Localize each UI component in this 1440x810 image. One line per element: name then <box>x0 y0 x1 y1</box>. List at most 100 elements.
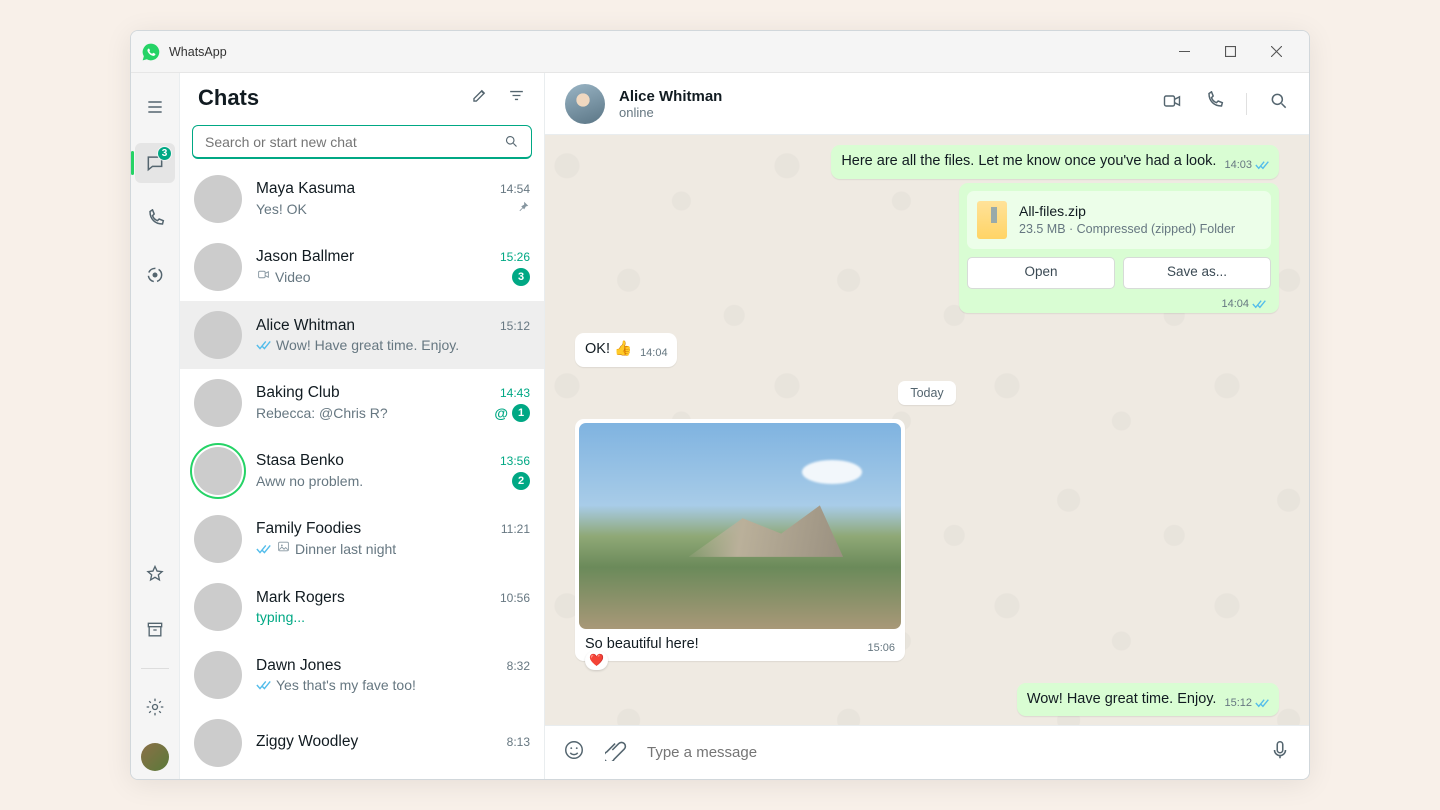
composer <box>545 725 1309 779</box>
file-details: 23.5 MB · Compressed (zipped) Folder <box>1019 221 1235 238</box>
chatlist-title: Chats <box>198 85 259 111</box>
chat-avatar <box>194 515 242 563</box>
chat-list-item[interactable]: Jason Ballmer15:26Video3 <box>180 233 544 301</box>
message-image-in[interactable]: So beautiful here! 15:06 ❤️ <box>575 419 905 661</box>
chat-preview: Wow! Have great time. Enjoy. <box>276 337 530 353</box>
window-maximize-button[interactable] <box>1207 36 1253 68</box>
search-icon <box>504 134 519 149</box>
nav-chats-button[interactable]: 3 <box>135 143 175 183</box>
chat-preview: Video <box>275 269 508 285</box>
read-ticks-icon <box>256 678 272 692</box>
conversation-header[interactable]: Alice Whitman online <box>545 73 1309 135</box>
chat-list[interactable]: Maya Kasuma 14:54 Yes! OK Jason Ballmer15:2… <box>180 165 544 779</box>
unread-badge: 2 <box>512 472 530 490</box>
file-saveas-button[interactable]: Save as... <box>1123 257 1271 289</box>
image-icon <box>276 540 291 558</box>
chat-avatar <box>194 175 242 223</box>
read-ticks-icon <box>1255 697 1270 709</box>
mic-button[interactable] <box>1269 739 1291 766</box>
nav-profile-avatar[interactable] <box>141 743 169 771</box>
message-out[interactable]: Here are all the files. Let me know once… <box>831 145 1279 179</box>
whatsapp-logo-icon <box>141 42 161 62</box>
new-chat-button[interactable] <box>470 86 489 110</box>
chat-avatar <box>194 651 242 699</box>
chat-list-item[interactable]: Family Foodies11:21Dinner last night <box>180 505 544 573</box>
nav-menu-button[interactable] <box>135 87 175 127</box>
chat-time: 10:56 <box>500 591 530 605</box>
chat-name: Ziggy Woodley <box>256 733 358 751</box>
contact-avatar[interactable] <box>565 84 605 124</box>
chat-name: Maya Kasuma <box>256 180 355 198</box>
chat-name: Mark Rogers <box>256 589 345 607</box>
chat-list-item[interactable]: Maya Kasuma 14:54 Yes! OK <box>180 165 544 233</box>
nav-status-button[interactable] <box>135 255 175 295</box>
chat-time: 8:32 <box>507 659 530 673</box>
chat-name: Stasa Benko <box>256 452 344 470</box>
search-field[interactable] <box>192 125 532 159</box>
chat-time: 14:43 <box>500 386 530 400</box>
chat-preview: typing... <box>256 609 530 625</box>
search-input[interactable] <box>205 134 496 150</box>
read-ticks-icon <box>256 542 272 556</box>
chat-list-item[interactable]: Baking Club14:43Rebecca: @Chris R?@1 <box>180 369 544 437</box>
window-minimize-button[interactable] <box>1161 36 1207 68</box>
nav-divider <box>141 668 169 669</box>
filter-button[interactable] <box>507 86 526 110</box>
chat-name: Alice Whitman <box>256 317 355 335</box>
unread-badge: 1 <box>512 404 530 422</box>
message-file-out[interactable]: All-files.zip 23.5 MB · Compressed (zipp… <box>959 183 1279 314</box>
chat-list-item[interactable]: Stasa Benko13:56Aww no problem.2 <box>180 437 544 505</box>
pin-icon <box>516 200 530 219</box>
emoji-button[interactable] <box>563 739 585 766</box>
nav-chats-badge: 3 <box>157 146 172 161</box>
chat-time: 15:12 <box>500 319 530 333</box>
message-reaction[interactable]: ❤️ <box>585 651 608 669</box>
attach-button[interactable] <box>605 739 627 766</box>
voice-call-button[interactable] <box>1204 91 1224 116</box>
nav-starred-button[interactable] <box>135 554 175 594</box>
messages-area[interactable]: Here are all the files. Let me know once… <box>545 135 1309 725</box>
app-window: WhatsApp 3 Chats <box>130 30 1310 780</box>
window-close-button[interactable] <box>1253 36 1299 68</box>
chat-preview: Yes! OK <box>256 201 512 217</box>
chat-preview: Yes that's my fave too! <box>276 677 530 693</box>
video-call-button[interactable] <box>1162 91 1182 116</box>
mention-icon: @ <box>494 405 508 421</box>
file-open-button[interactable]: Open <box>967 257 1115 289</box>
chat-list-item[interactable]: Ziggy Woodley 8:13 <box>180 709 544 777</box>
nav-calls-button[interactable] <box>135 199 175 239</box>
chat-avatar <box>194 719 242 767</box>
app-title: WhatsApp <box>169 45 227 59</box>
contact-name: Alice Whitman <box>619 88 722 105</box>
contact-status: online <box>619 105 722 120</box>
message-in[interactable]: OK! 👍 14:04 <box>575 333 677 367</box>
unread-badge: 3 <box>512 268 530 286</box>
zip-file-icon <box>977 201 1007 239</box>
chat-avatar <box>194 311 242 359</box>
chat-list-item[interactable]: Dawn Jones 8:32 Yes that's my fave too! <box>180 641 544 709</box>
chat-time: 8:13 <box>507 735 530 749</box>
chat-preview: Rebecca: @Chris R? <box>256 405 490 421</box>
chat-preview: Aww no problem. <box>256 473 508 489</box>
search-in-chat-button[interactable] <box>1269 91 1289 116</box>
message-photo[interactable] <box>579 423 901 629</box>
chat-time: 14:54 <box>500 182 530 196</box>
titlebar: WhatsApp <box>131 31 1309 73</box>
chat-list-item[interactable]: Mark Rogers 10:56 typing... <box>180 573 544 641</box>
nav-archive-button[interactable] <box>135 610 175 650</box>
chat-name: Family Foodies <box>256 520 361 538</box>
message-input[interactable] <box>647 744 1249 761</box>
read-ticks-icon <box>1252 298 1267 310</box>
chat-time: 11:21 <box>501 522 530 536</box>
nav-rail: 3 <box>131 73 179 779</box>
conversation-pane: Alice Whitman online Here are all the fi… <box>545 73 1309 779</box>
video-icon <box>256 268 271 286</box>
read-ticks-icon <box>256 338 272 352</box>
chat-avatar <box>194 379 242 427</box>
file-name: All-files.zip <box>1019 202 1235 221</box>
nav-settings-button[interactable] <box>135 687 175 727</box>
message-out[interactable]: Wow! Have great time. Enjoy. 15:12 <box>1017 683 1279 717</box>
chat-name: Dawn Jones <box>256 657 341 675</box>
chat-name: Jason Ballmer <box>256 248 354 266</box>
chat-list-item[interactable]: Alice Whitman 15:12 Wow! Have great time. … <box>180 301 544 369</box>
